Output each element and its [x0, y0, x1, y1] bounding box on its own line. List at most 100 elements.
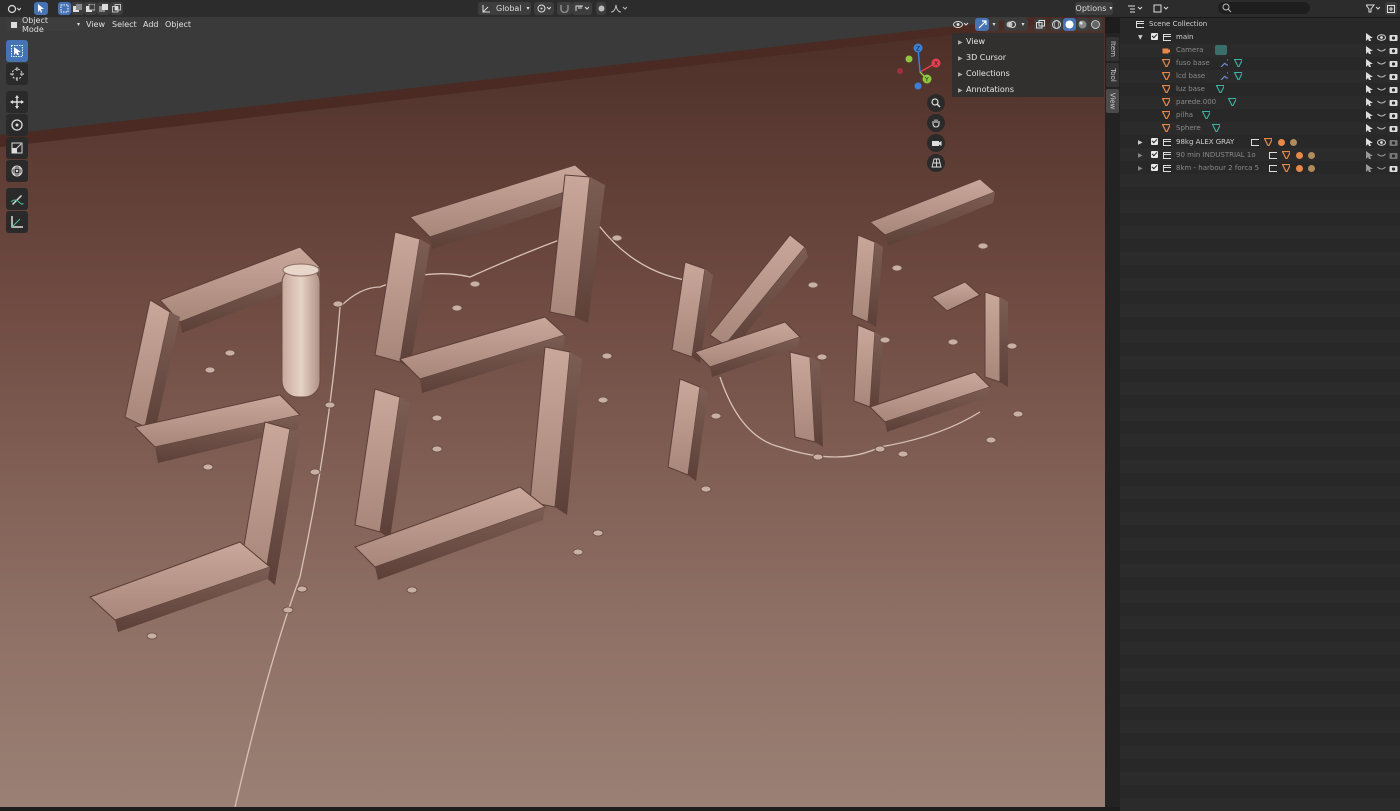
selectable-arrow-icon[interactable] [1365, 98, 1374, 107]
collection-checkbox[interactable] [1151, 33, 1158, 40]
outliner-row-camera[interactable]: Camera [1120, 44, 1400, 57]
select-tool-header-button[interactable] [34, 2, 48, 15]
gizmo-toggle[interactable] [975, 18, 989, 31]
editor-type-button[interactable] [3, 2, 25, 15]
select-mode-invert-button[interactable] [97, 2, 110, 15]
outliner-editor-type-button[interactable] [1124, 2, 1146, 15]
overlays-toggle[interactable] [1004, 18, 1018, 31]
camera-view-button[interactable] [927, 134, 945, 152]
eye-closed-icon[interactable] [1377, 59, 1386, 68]
shading-wireframe-button[interactable] [1050, 18, 1063, 31]
eye-closed-icon[interactable] [1377, 111, 1386, 120]
selectable-arrow-icon[interactable] [1365, 59, 1374, 68]
selectable-arrow-icon[interactable] [1365, 72, 1374, 81]
selectable-arrow-icon[interactable] [1365, 124, 1374, 133]
render-camera-icon[interactable] [1389, 46, 1398, 55]
selectable-arrow-icon[interactable] [1365, 46, 1374, 55]
menu-view[interactable]: View [86, 19, 105, 31]
panel-collections-section[interactable]: ▶ Collections [958, 67, 1010, 81]
outliner-row-8km[interactable]: ▶ 8km - harbour 2 forca 5 [1120, 162, 1400, 175]
panel-view-section[interactable]: ▶ View [958, 35, 985, 49]
perspective-toggle-button[interactable] [927, 154, 945, 172]
render-camera-icon[interactable] [1389, 98, 1398, 107]
select-mode-new-button[interactable] [58, 2, 71, 15]
outliner-search-input[interactable] [1218, 2, 1310, 14]
render-camera-icon[interactable] [1389, 59, 1398, 68]
render-camera-icon[interactable] [1389, 164, 1398, 173]
tab-view[interactable]: View [1106, 89, 1119, 113]
outliner-row-sphere[interactable]: Sphere [1120, 122, 1400, 135]
selectable-arrow-icon[interactable] [1365, 138, 1374, 147]
select-mode-intersect-button[interactable] [110, 2, 123, 15]
outliner-row-lcd-base[interactable]: lcd base [1120, 70, 1400, 83]
snap-toggle[interactable] [557, 2, 572, 15]
eye-closed-icon[interactable] [1377, 164, 1386, 173]
selectable-arrow-icon[interactable] [1365, 85, 1374, 94]
shading-material-button[interactable] [1076, 18, 1089, 31]
new-collection-button[interactable] [1385, 2, 1397, 15]
panel-3d-cursor-section[interactable]: ▶ 3D Cursor [958, 51, 1006, 65]
render-camera-icon[interactable] [1389, 124, 1398, 133]
pivot-point-dropdown[interactable] [534, 2, 554, 15]
tab-item[interactable]: Item [1106, 37, 1119, 61]
overlays-dropdown[interactable]: ▾ [1018, 18, 1028, 31]
eye-closed-icon[interactable] [1377, 151, 1386, 160]
collection-checkbox[interactable] [1151, 138, 1158, 145]
collection-checkbox[interactable] [1151, 164, 1158, 171]
filter-dropdown[interactable] [1364, 2, 1382, 15]
zoom-button[interactable] [927, 94, 945, 112]
tool-transform[interactable] [6, 160, 28, 182]
menu-select[interactable]: Select [112, 19, 137, 31]
render-camera-icon[interactable] [1389, 85, 1398, 94]
object-mode-dropdown[interactable]: Object Mode ▾ [7, 17, 80, 34]
tool-annotate[interactable] [6, 188, 28, 210]
outliner-row-parede[interactable]: parede.000 [1120, 96, 1400, 109]
selectable-arrow-icon[interactable] [1365, 111, 1374, 120]
outliner-row-pilha[interactable]: pilha [1120, 109, 1400, 122]
pan-button[interactable] [927, 114, 945, 132]
selectable-arrow-icon[interactable] [1365, 151, 1374, 160]
eye-closed-icon[interactable] [1377, 124, 1386, 133]
transform-orientation-dropdown[interactable]: Global ▾ [478, 2, 531, 15]
eye-icon[interactable] [1377, 33, 1386, 42]
gizmo-dropdown[interactable]: ▾ [989, 18, 999, 31]
shading-rendered-button[interactable] [1089, 18, 1102, 31]
render-camera-icon[interactable] [1389, 111, 1398, 120]
eye-closed-icon[interactable] [1377, 85, 1386, 94]
outliner-row-main[interactable]: ▼ main [1120, 31, 1400, 44]
object-visibility-dropdown[interactable] [950, 18, 972, 31]
selectable-arrow-icon[interactable] [1365, 33, 1374, 42]
tool-scale[interactable] [6, 137, 28, 159]
select-mode-subtract-button[interactable] [84, 2, 97, 15]
eye-closed-icon[interactable] [1377, 46, 1386, 55]
options-dropdown[interactable]: Options ▾ [1075, 2, 1113, 15]
navigation-gizmo[interactable]: X Y Z [893, 42, 949, 98]
eye-icon[interactable] [1377, 138, 1386, 147]
panel-annotations-section[interactable]: ▶ Annotations [958, 83, 1014, 97]
outliner-row-90min[interactable]: ▶ 90 min INDUSTRIAL 1o [1120, 149, 1400, 162]
selectable-arrow-icon[interactable] [1365, 164, 1374, 173]
render-camera-icon[interactable] [1389, 72, 1398, 81]
render-camera-icon[interactable] [1389, 138, 1398, 147]
eye-closed-icon[interactable] [1377, 98, 1386, 107]
collection-checkbox[interactable] [1151, 151, 1158, 158]
tool-cursor[interactable] [6, 63, 28, 85]
falloff-dropdown[interactable] [608, 2, 630, 15]
tool-rotate[interactable] [6, 114, 28, 136]
menu-add[interactable]: Add [143, 19, 159, 31]
menu-object[interactable]: Object [165, 19, 191, 31]
outliner-row-fuso-base[interactable]: fuso base [1120, 57, 1400, 70]
shading-solid-button[interactable] [1063, 18, 1076, 31]
outliner-scene-collection[interactable]: Scene Collection [1120, 18, 1400, 31]
snap-target-dropdown[interactable] [572, 2, 592, 15]
eye-closed-icon[interactable] [1377, 72, 1386, 81]
tab-tool[interactable]: Tool [1106, 63, 1119, 87]
proportional-edit-toggle[interactable] [596, 2, 606, 15]
render-camera-icon[interactable] [1389, 151, 1398, 160]
display-mode-dropdown[interactable] [1150, 2, 1172, 15]
tool-select-box[interactable] [6, 40, 28, 62]
tool-move[interactable] [6, 91, 28, 113]
tool-measure[interactable] [6, 211, 28, 233]
outliner-row-luz-base[interactable]: luz base [1120, 83, 1400, 96]
outliner-row-98kg[interactable]: ▶ 98kg ALEX GRAY [1120, 136, 1400, 149]
